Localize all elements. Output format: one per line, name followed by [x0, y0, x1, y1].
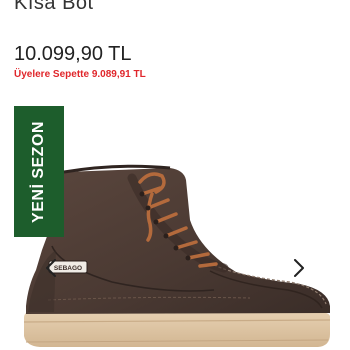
- chevron-left-icon: [46, 259, 56, 277]
- member-price: Üyelere Sepette 9.089,91 TL: [14, 69, 146, 80]
- new-season-badge-text: YENİ SEZON: [30, 120, 47, 223]
- next-image-button[interactable]: [288, 257, 310, 279]
- new-season-badge: YENİ SEZON: [14, 106, 64, 237]
- product-image-gallery[interactable]: YENİ SEZON SEBAGO: [0, 100, 350, 350]
- product-price: 10.099,90 TL: [14, 43, 132, 65]
- product-page: Kısa Bot 10.099,90 TL Üyelere Sepette 9.…: [0, 0, 350, 350]
- product-title: Kısa Bot: [14, 0, 94, 14]
- chevron-right-icon: [294, 259, 304, 277]
- prev-image-button[interactable]: [40, 257, 62, 279]
